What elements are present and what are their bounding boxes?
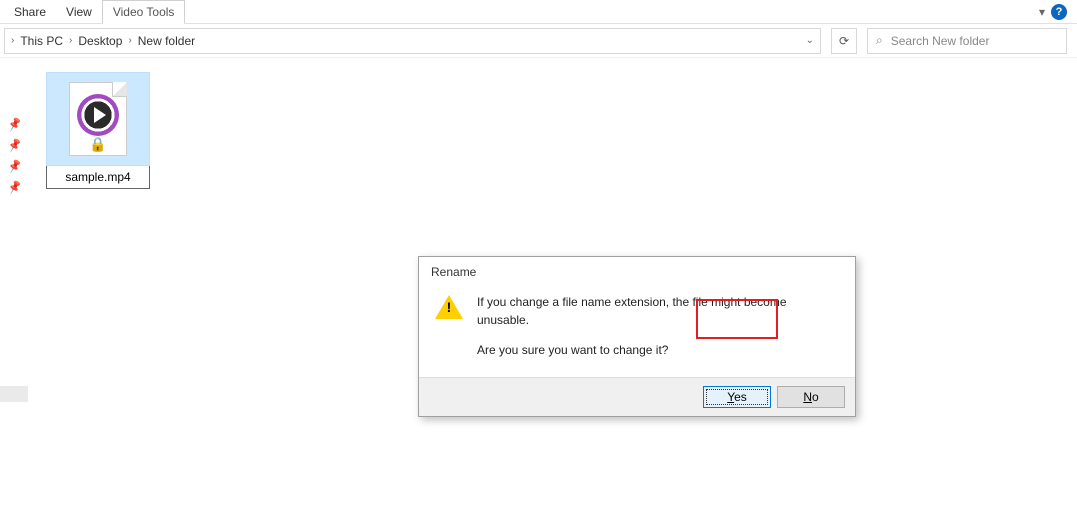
crumb-desktop[interactable]: Desktop (76, 32, 124, 50)
chevron-right-icon: › (128, 35, 131, 46)
chevron-down-icon[interactable]: ▾ (1039, 5, 1045, 19)
address-bar-row: › This PC › Desktop › New folder ⌄ ⟳ ⌕ S… (0, 24, 1077, 58)
no-button[interactable]: No (777, 386, 845, 408)
crumb-new-folder[interactable]: New folder (136, 32, 197, 50)
tab-share[interactable]: Share (4, 1, 56, 23)
pin-icon: 📌 (7, 158, 24, 174)
rename-dialog: Rename ! If you change a file name exten… (418, 256, 856, 417)
ribbon-tabs: Share View Video Tools ▾ ? (0, 0, 1077, 24)
help-icon[interactable]: ? (1051, 4, 1067, 20)
file-name-editbox[interactable]: sample.mp4 (46, 165, 150, 189)
file-thumbnail: 🔒 (46, 72, 150, 166)
dialog-message-line1: If you change a file name extension, the… (477, 293, 839, 329)
play-icon (77, 94, 119, 136)
dialog-title: Rename (419, 257, 855, 287)
quick-access-pins: 📌 📌 📌 📌 (8, 118, 22, 194)
chevron-right-icon: › (11, 35, 14, 46)
refresh-button[interactable]: ⟳ (831, 28, 857, 54)
search-placeholder: Search New folder (891, 34, 990, 48)
lock-icon: 🔒 (89, 136, 106, 153)
file-list-area: 📌 📌 📌 📌 🔒 sample.mp4 Rename ! If you cha… (0, 58, 1077, 522)
crumb-this-pc[interactable]: This PC (18, 32, 65, 50)
pin-icon: 📌 (7, 179, 24, 195)
pin-icon: 📌 (7, 137, 24, 153)
yes-button[interactable]: Yes (703, 386, 771, 408)
search-input[interactable]: ⌕ Search New folder (867, 28, 1067, 54)
refresh-icon: ⟳ (839, 34, 849, 48)
search-icon: ⌕ (876, 33, 883, 48)
chevron-down-icon[interactable]: ⌄ (806, 35, 814, 46)
status-bar-stub (0, 386, 28, 402)
pin-icon: 📌 (7, 116, 24, 132)
breadcrumb[interactable]: › This PC › Desktop › New folder ⌄ (4, 28, 821, 54)
file-item[interactable]: 🔒 sample.mp4 (46, 72, 150, 189)
warning-icon: ! (435, 295, 463, 319)
chevron-right-icon: › (69, 35, 72, 46)
dialog-message-line2: Are you sure you want to change it? (477, 341, 839, 359)
tab-view[interactable]: View (56, 1, 102, 23)
document-icon: 🔒 (69, 82, 127, 156)
dialog-message: If you change a file name extension, the… (477, 293, 839, 359)
tab-video-tools[interactable]: Video Tools (102, 0, 186, 24)
dialog-button-row: Yes No (419, 377, 855, 416)
